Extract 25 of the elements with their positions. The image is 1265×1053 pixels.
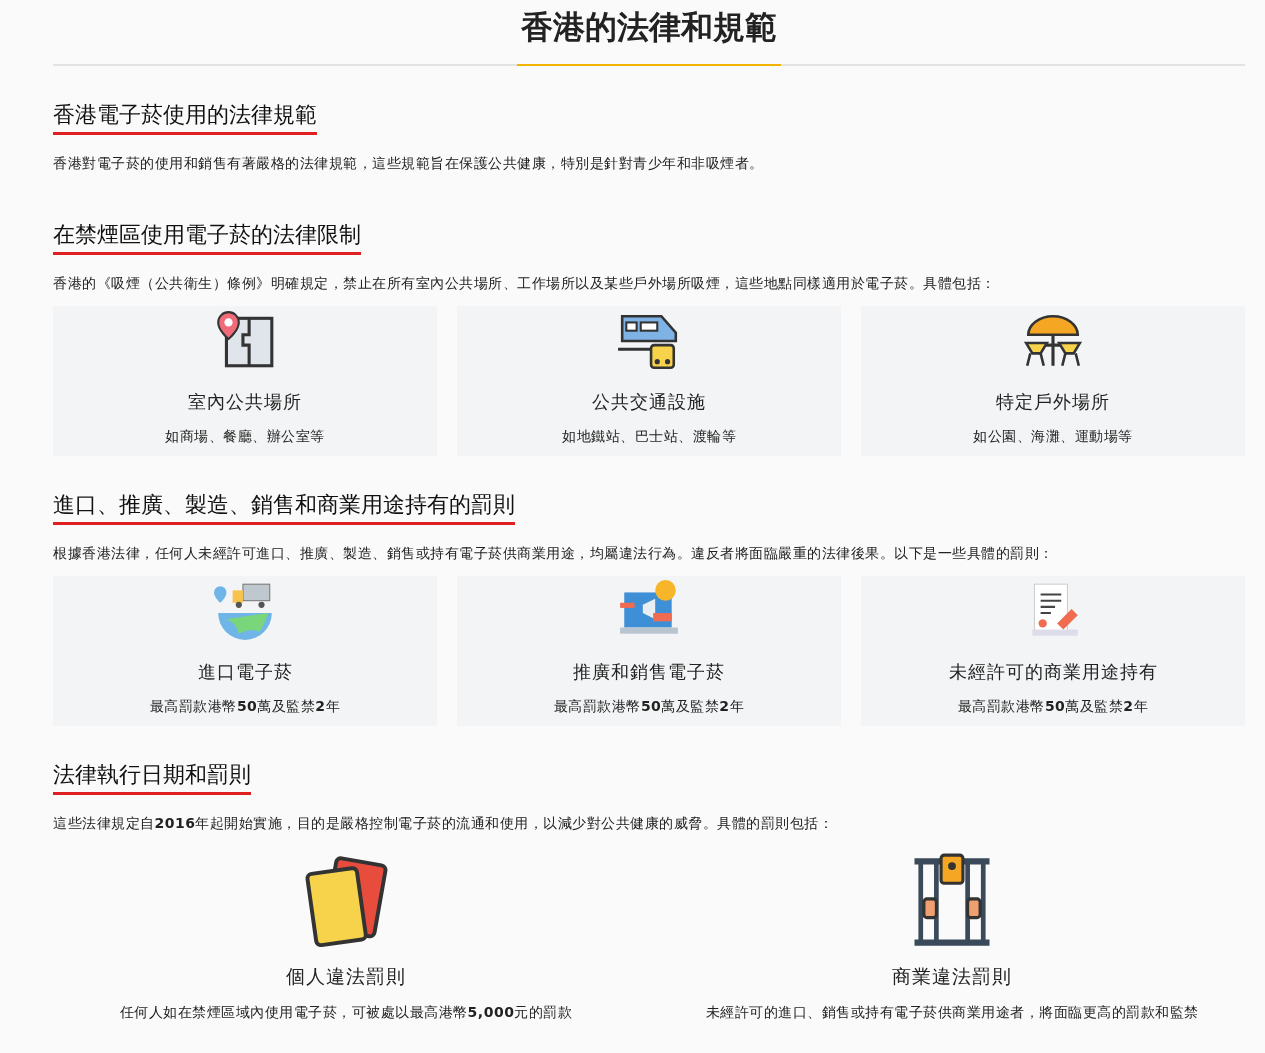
card-title: 特定戶外場所	[996, 390, 1110, 414]
card-title: 商業違法罰則	[892, 964, 1012, 989]
card-title: 未經許可的商業用途持有	[948, 660, 1158, 684]
section-paragraph: 根據香港法律，任何人未經許可進口、推廣、製造、銷售或持有電子菸供商業用途，均屬違法行為。違反者將面臨嚴重的法律後果。以下是一些具體的罰則：	[53, 544, 1055, 563]
section-heading: 在禁煙區使用電子菸的法律限制	[53, 220, 361, 255]
section-heading: 法律執行日期和罰則	[53, 760, 251, 795]
card-detail: 未經許可的進口、銷售或持有電子菸供商業用途者，將面臨更高的罰款和監禁	[705, 1004, 1199, 1022]
card-detail: 如地鐵站、巴士站、渡輪等	[562, 428, 736, 446]
card-detail: 最高罰款港幣50萬及監禁2年	[957, 698, 1149, 716]
card-title: 室內公共場所	[188, 390, 302, 414]
card-detail: 最高罰款港幣50萬及監禁2年	[553, 698, 745, 716]
card-detail: 如商場、餐廳、辦公室等	[165, 428, 325, 446]
page-title: 香港的法律和規範	[517, 6, 781, 66]
section-paragraph: 香港的《吸煙（公共衛生）條例》明確規定，禁止在所有室內公共場所、工作場所以及某些戶外場所吸煙，這些地點同樣適用於電子菸。具體包括：	[53, 274, 997, 293]
section-paragraph: 這些法律規定自2016年起開始實施，目的是嚴格控制電子菸的流通和使用，以減少對公共健康的威脅。具體的罰則包括：	[53, 814, 835, 833]
card-title: 個人違法罰則	[286, 964, 406, 989]
card-title: 推廣和銷售電子菸	[573, 660, 725, 684]
card-title: 公共交通設施	[592, 390, 706, 414]
section-heading: 進口、推廣、製造、銷售和商業用途持有的罰則	[53, 490, 515, 525]
section-heading: 香港電子菸使用的法律規範	[53, 100, 317, 135]
card-detail: 最高罰款港幣50萬及監禁2年	[149, 698, 341, 716]
card-detail: 如公園、海灘、運動場等	[973, 428, 1133, 446]
card-title: 進口電子菸	[197, 660, 293, 684]
section-paragraph: 香港對電子菸的使用和銷售有著嚴格的法律規範，這些規範旨在保護公共健康，特別是針對青少年和非吸煙者。	[53, 154, 765, 173]
card-detail: 任何人如在禁煙區域內使用電子菸，可被處以最高港幣5,000元的罰款	[119, 1004, 573, 1022]
